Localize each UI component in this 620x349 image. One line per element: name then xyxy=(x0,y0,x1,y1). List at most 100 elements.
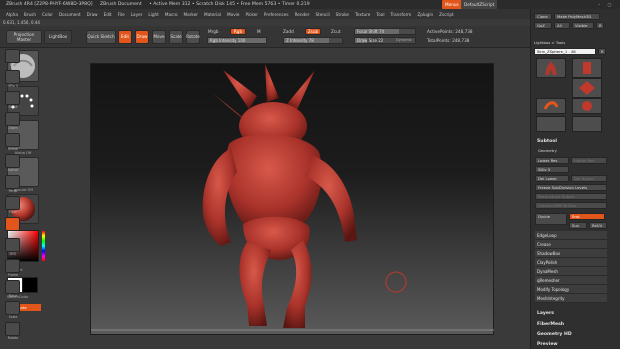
default-script-button[interactable]: DefaultZScript xyxy=(461,0,498,9)
projection-master-button[interactable]: Projection Master xyxy=(6,30,42,44)
menu-marker[interactable]: Marker xyxy=(184,12,198,17)
lightbox-button[interactable]: LightBox xyxy=(44,30,72,44)
menu-edit[interactable]: Edit xyxy=(104,12,112,17)
edgeloop-section[interactable]: EdgeLoop xyxy=(535,231,607,240)
del-lower-button[interactable]: Del Lower xyxy=(535,175,569,182)
meshintegrity-section[interactable]: MeshIntegrity xyxy=(535,294,607,303)
dynamic-toggle[interactable]: Dynamic xyxy=(396,38,412,42)
menus-button[interactable]: Menus xyxy=(442,0,462,9)
geometry-hd-section[interactable]: Geometry HD xyxy=(537,332,572,337)
local-button[interactable] xyxy=(5,217,20,231)
tool-thumb-cylinder[interactable] xyxy=(572,58,602,78)
z-intensity-slider[interactable]: Z Intensity 78 xyxy=(283,37,343,44)
menu-draw[interactable]: Draw xyxy=(87,12,98,17)
divide-button[interactable]: Divide xyxy=(535,213,567,225)
convert-bpr-button[interactable]: Convert BPR To Geo xyxy=(535,202,607,209)
menu-movie[interactable]: Movie xyxy=(227,12,239,17)
make-polymesh-button[interactable]: Make PolyMesh3D xyxy=(554,13,600,20)
menu-zplugin[interactable]: Zplugin xyxy=(417,12,433,17)
zcut-toggle[interactable]: Zcut xyxy=(331,29,340,34)
floor-button[interactable] xyxy=(5,196,20,210)
tool-thumb-skin-zsphere-2[interactable] xyxy=(536,116,566,132)
rgb-intensity-slider[interactable]: Rgb Intensity 100 xyxy=(207,37,267,44)
dynamesh-section[interactable]: DynaMesh xyxy=(535,267,607,276)
goz-button[interactable]: GoZ xyxy=(534,22,552,29)
menu-brush[interactable]: Brush xyxy=(24,12,36,17)
secondary-color-swatch[interactable] xyxy=(22,277,38,293)
tool-thumb-zsphere[interactable] xyxy=(572,98,602,114)
zadd-toggle[interactable]: Zadd xyxy=(283,29,294,34)
bpr-button[interactable] xyxy=(5,49,20,63)
sdiv-slider[interactable]: SDiv 5 xyxy=(535,166,569,173)
actual-button[interactable] xyxy=(5,133,20,147)
window-controls[interactable]: – ▢ ✕ xyxy=(595,0,620,16)
menu-light[interactable]: Light xyxy=(148,12,158,17)
aahalf-button[interactable] xyxy=(5,154,20,168)
menu-zscript[interactable]: Zscript xyxy=(439,12,454,17)
rotate-button[interactable]: Rotate xyxy=(186,30,200,44)
move-view-button[interactable] xyxy=(5,280,20,294)
del-higher-button[interactable]: Del Higher xyxy=(571,175,607,182)
menu-transform[interactable]: Transform xyxy=(390,12,411,17)
preview-section[interactable]: Preview xyxy=(537,342,558,347)
menu-texture[interactable]: Texture xyxy=(355,12,370,17)
menu-tool[interactable]: Tool xyxy=(376,12,384,17)
reuv-toggle[interactable]: ReUV xyxy=(589,222,607,229)
menu-alpha[interactable]: Alpha xyxy=(6,12,18,17)
all-button[interactable]: All xyxy=(554,22,570,29)
quick-sketch-button[interactable]: Quick Sketch xyxy=(86,30,116,44)
visible-button[interactable]: Visible xyxy=(572,22,594,29)
menu-file[interactable]: File xyxy=(118,12,125,17)
scroll-button[interactable] xyxy=(5,91,20,105)
qremesher-section[interactable]: qRemesher xyxy=(535,276,607,285)
reconstruct-subdiv-button[interactable]: Reconstruct Subdiv xyxy=(535,193,607,200)
clone-button[interactable]: Clone xyxy=(534,13,552,20)
tool-thumb-simplebrush[interactable] xyxy=(536,98,566,114)
menu-stencil[interactable]: Stencil xyxy=(315,12,329,17)
current-tool-slider[interactable]: Skin_ZSphere_1 . 48 xyxy=(534,48,596,55)
persp-button[interactable] xyxy=(5,175,20,189)
draw-button[interactable]: Draw xyxy=(135,30,149,44)
modify-topology-section[interactable]: Modify Topology xyxy=(535,285,607,294)
scale-button[interactable]: Scale xyxy=(169,30,183,44)
zsub-toggle[interactable]: Zsub xyxy=(305,28,321,35)
focal-shift-slider[interactable]: Focal Shift 74 xyxy=(354,28,416,35)
claypolish-section[interactable]: ClayPolish xyxy=(535,258,607,267)
rotate-view-button[interactable] xyxy=(5,322,20,336)
hue-strip[interactable] xyxy=(42,231,45,261)
m-toggle[interactable]: M xyxy=(257,29,261,34)
freeze-subdivision-button[interactable]: Freeze SubDivision Levels xyxy=(535,184,607,191)
tool-thumb-skin-zsphere[interactable] xyxy=(536,58,566,78)
r2-button[interactable]: R xyxy=(598,48,606,55)
menu-material[interactable]: Material xyxy=(204,12,221,17)
xyz-button[interactable] xyxy=(5,238,20,252)
higher-res-button[interactable]: Higher Res xyxy=(571,157,607,164)
edit-button[interactable]: Edit xyxy=(118,30,132,44)
fibermesh-section[interactable]: FiberMesh xyxy=(537,322,564,327)
spix-button[interactable] xyxy=(5,70,20,84)
menu-render[interactable]: Render xyxy=(295,12,310,17)
mrgb-toggle[interactable]: Mrgb xyxy=(208,29,219,34)
lower-res-button[interactable]: Lower Res xyxy=(535,157,569,164)
tool-thumb-zsphere-1[interactable] xyxy=(572,116,602,132)
menu-layer[interactable]: Layer xyxy=(131,12,143,17)
scale-view-button[interactable] xyxy=(5,301,20,315)
lightbox-tools[interactable]: Lightbox > Tools xyxy=(534,40,565,46)
subtool-section[interactable]: Subtool xyxy=(537,139,557,144)
menu-picker[interactable]: Picker xyxy=(245,12,257,17)
r-button[interactable]: R xyxy=(596,22,604,29)
geometry-section[interactable]: Geometry xyxy=(538,148,557,154)
layers-section[interactable]: Layers xyxy=(537,311,554,316)
menu-document[interactable]: Document xyxy=(59,12,81,17)
rgb-toggle[interactable]: Rgb xyxy=(230,28,246,35)
menu-stroke[interactable]: Stroke xyxy=(336,12,349,17)
move-button[interactable]: Move xyxy=(152,30,166,44)
tool-thumb-polymesh[interactable] xyxy=(572,78,602,98)
document-canvas[interactable] xyxy=(90,63,495,335)
smt-toggle[interactable]: Smt xyxy=(569,213,605,220)
crease-section[interactable]: Crease xyxy=(535,240,607,249)
suv-toggle[interactable]: Suv xyxy=(569,222,587,229)
zoom-button[interactable] xyxy=(5,112,20,126)
menu-preferences[interactable]: Preferences xyxy=(264,12,289,17)
menu-color[interactable]: Color xyxy=(42,12,53,17)
